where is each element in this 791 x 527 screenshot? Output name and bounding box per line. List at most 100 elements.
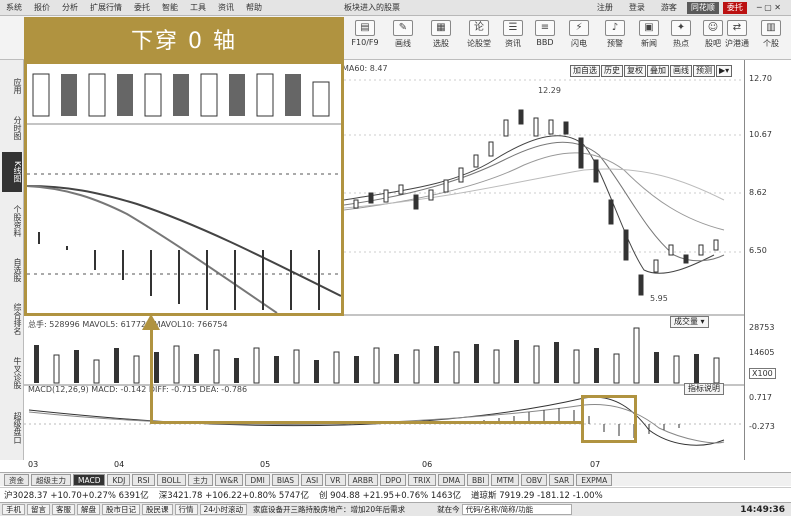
tab-indicator[interactable]: KDJ <box>107 473 131 486</box>
menu-item-ext[interactable]: 扩展行情 <box>84 2 128 13</box>
register-link[interactable]: 注册 <box>591 2 619 13</box>
f10-button[interactable]: ▤ F10/F9 <box>348 20 382 54</box>
login-link[interactable]: 登录 <box>623 2 651 13</box>
tab-indicator[interactable]: W&R <box>214 473 244 486</box>
status-tab[interactable]: 留言 <box>27 504 50 515</box>
brand-button[interactable]: 同花顺 <box>686 1 719 14</box>
sidebar-item-timeshare[interactable]: 分时图 <box>2 108 22 148</box>
adjust-button[interactable]: 复权 <box>624 65 646 77</box>
tab-indicator[interactable]: SAR <box>548 473 575 486</box>
news-button[interactable]: ☰ 资讯 <box>496 20 530 54</box>
volume-bar <box>694 354 699 383</box>
flash-button[interactable]: ⚡ 闪电 <box>562 20 596 54</box>
status-tab[interactable]: 客服 <box>52 504 75 515</box>
menu-item-trade[interactable]: 委托 <box>128 2 156 13</box>
indicator-help-button[interactable]: 指标说明 <box>684 383 724 395</box>
y-label-price: 8.62 <box>749 188 767 197</box>
newspaper-button[interactable]: ▣ 新闻 <box>632 20 666 54</box>
tab-indicator[interactable]: DMI <box>245 473 270 486</box>
tab-indicator[interactable]: BBI <box>466 473 490 486</box>
indicator-tabs: 资金 超级主力 MACD KDJ RSI BOLL 主力 W&R DMI BIA… <box>0 472 791 486</box>
tab-indicator[interactable]: 资金 <box>4 473 29 486</box>
tab-indicator[interactable]: ARBR <box>347 473 379 486</box>
draw-line-button[interactable]: 画线 <box>670 65 692 77</box>
callout-title: 下穿 0 轴 <box>27 20 341 64</box>
sidebar-item-kline[interactable]: K线图 <box>2 152 22 192</box>
x-label: 03 <box>28 460 39 469</box>
volume-bar <box>154 352 159 383</box>
ticker-item[interactable]: 深3421.78 +106.22+0.80% 5747亿 <box>159 489 309 501</box>
candle <box>698 244 704 256</box>
forecast-button[interactable]: 预测 <box>693 65 715 77</box>
sidebar-item-ranking[interactable]: 综合排名 <box>2 294 22 344</box>
candle <box>533 117 539 137</box>
overlay-button[interactable]: 叠加 <box>647 65 669 77</box>
status-tab[interactable]: 解盘 <box>77 504 100 515</box>
tab-macd[interactable]: MACD <box>73 473 106 486</box>
ticker-item[interactable]: 创 904.88 +21.95+0.76% 1463亿 <box>319 489 461 501</box>
zoom-bar <box>144 73 162 117</box>
status-tab[interactable]: 股民课 <box>142 504 173 515</box>
tab-indicator[interactable]: 超级主力 <box>31 473 71 486</box>
sidebar-item-diagnosis[interactable]: 牛叉诊股 <box>2 348 22 398</box>
bbd-button[interactable]: ≡ BBD <box>528 20 562 54</box>
link-icon: ⇄ <box>727 20 747 36</box>
menu-item-system[interactable]: 系统 <box>0 2 28 13</box>
tab-indicator[interactable]: TRIX <box>408 473 436 486</box>
tab-indicator[interactable]: 主力 <box>187 473 213 486</box>
alert-button[interactable]: ♪ 预警 <box>598 20 632 54</box>
tab-indicator[interactable]: BIAS <box>271 473 300 486</box>
candle <box>578 137 584 169</box>
volume-bar <box>354 356 359 383</box>
more-arrow-icon[interactable]: ▶▾ <box>716 65 733 77</box>
individual-stock-button[interactable]: ▥ 个股 <box>754 20 788 54</box>
tab-indicator[interactable]: DPO <box>380 473 407 486</box>
draw-button[interactable]: ✎ 画线 <box>386 20 420 54</box>
history-button[interactable]: 历史 <box>601 65 623 77</box>
guest-link[interactable]: 游客 <box>655 2 683 13</box>
tab-indicator[interactable]: BOLL <box>156 473 186 486</box>
tab-indicator[interactable]: OBV <box>521 473 547 486</box>
tab-indicator[interactable]: RSI <box>132 473 155 486</box>
search-input[interactable]: 代码/名称/简称/功能 <box>461 504 572 515</box>
status-tab[interactable]: 股市日记 <box>102 504 140 515</box>
sidebar-item-watchlist[interactable]: 自选股 <box>2 250 22 290</box>
forum-hall-button[interactable]: 论论股堂 <box>462 20 496 54</box>
tab-indicator[interactable]: MTM <box>491 473 520 486</box>
window-controls[interactable]: ─ ▢ ✕ <box>751 3 787 12</box>
sidebar-item-app[interactable]: 应用 <box>2 68 22 104</box>
volume-bar <box>93 359 100 384</box>
status-tab[interactable]: 行情 <box>174 504 198 515</box>
ticker-item[interactable]: 道琼斯 7919.29 -181.12 -1.00% <box>471 489 603 501</box>
candle <box>563 121 569 135</box>
candle <box>353 199 359 209</box>
hk-connect-button[interactable]: ⇄ 沪港通 <box>720 20 754 54</box>
volume-bar <box>573 349 580 384</box>
menu-item-analysis[interactable]: 分析 <box>56 2 84 13</box>
zoom-bar <box>117 74 133 116</box>
select-stock-button[interactable]: ▦ 选股 <box>424 20 458 54</box>
tab-indicator[interactable]: DMA <box>437 473 465 486</box>
tab-indicator[interactable]: ASI <box>301 473 324 486</box>
tab-indicator[interactable]: VR <box>325 473 346 486</box>
y-label-price: 12.70 <box>749 74 772 83</box>
trade-button[interactable]: 委托 <box>722 1 747 14</box>
indicator-dropdown[interactable]: 成交量 ▾ <box>670 316 709 328</box>
status-tab[interactable]: 24小时滚动 <box>199 504 248 515</box>
menu-item-tools[interactable]: 工具 <box>184 2 212 13</box>
menu-item-info[interactable]: 资讯 <box>212 2 240 13</box>
sidebar-item-super-book[interactable]: 超级盘口 <box>2 402 22 454</box>
tab-indicator[interactable]: EXPMA <box>576 473 613 486</box>
volume-bar <box>493 349 500 384</box>
menu-item-smart[interactable]: 智能 <box>156 2 184 13</box>
sidebar-item-profile[interactable]: 个股资料 <box>2 196 22 246</box>
add-watchlist-button[interactable]: 加自选 <box>570 65 600 77</box>
zoom-dea-line <box>27 185 341 297</box>
zoom-bar <box>312 81 330 117</box>
menu-item-quote[interactable]: 报价 <box>28 2 56 13</box>
news-ticker[interactable]: 家庭设备开三路持股房地产：增加20年后需求 <box>249 504 405 515</box>
hot-button[interactable]: ✦ 热点 <box>664 20 698 54</box>
ticker-item[interactable]: 沪3028.37 +10.70+0.27% 6391亿 <box>4 489 149 501</box>
menu-item-help[interactable]: 帮助 <box>240 2 268 13</box>
status-tab[interactable]: 手机 <box>2 504 25 515</box>
